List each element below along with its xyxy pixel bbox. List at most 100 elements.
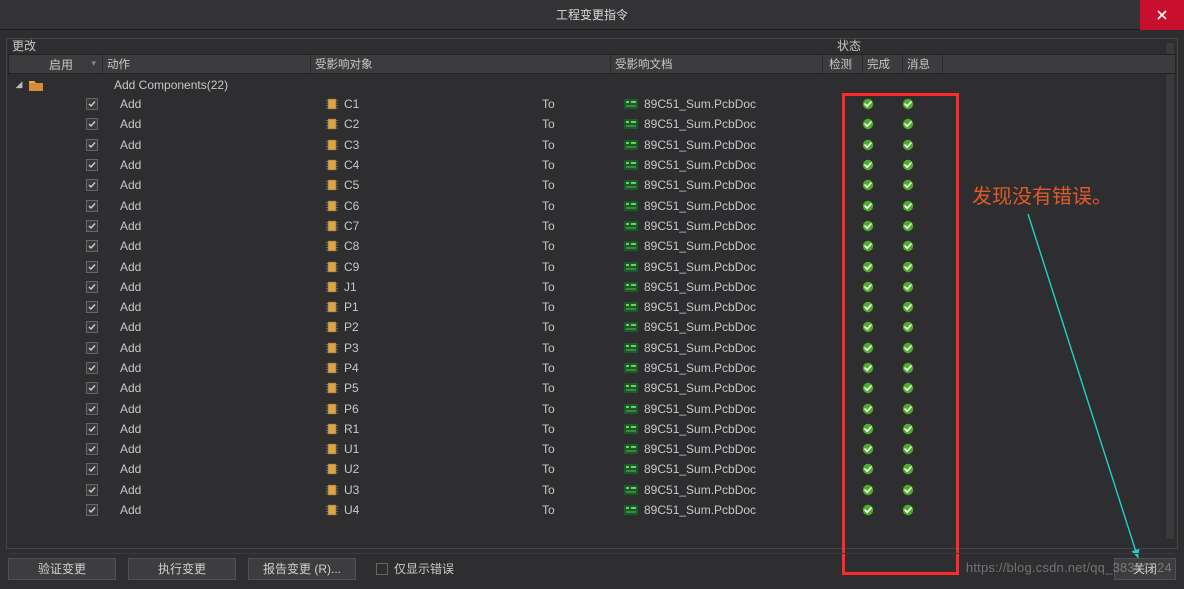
content-area: 更改 状态 启用 ▾ 动作 受影响对象 受影响文档 检测 完成 消息 ◢ Add… xyxy=(0,30,1184,540)
table-row[interactable]: AddR1To89C51_Sum.PcbDoc xyxy=(8,419,1176,439)
section-changes-label: 更改 xyxy=(12,37,837,54)
close-button[interactable] xyxy=(1140,0,1184,30)
header-affected-object[interactable]: 受影响对象 xyxy=(311,55,611,73)
doc-cell: 89C51_Sum.PcbDoc xyxy=(644,300,848,314)
action-cell: Add xyxy=(120,361,326,375)
doc-cell: 89C51_Sum.PcbDoc xyxy=(644,239,848,253)
enable-checkbox[interactable] xyxy=(86,301,98,313)
check-status-icon xyxy=(848,179,888,191)
component-icon xyxy=(326,403,344,415)
enable-checkbox[interactable] xyxy=(86,321,98,333)
header-check[interactable]: 检测 xyxy=(823,55,863,73)
validate-button[interactable]: 验证变更 xyxy=(8,558,116,580)
check-status-icon xyxy=(848,139,888,151)
done-status-icon xyxy=(888,118,928,130)
enable-checkbox[interactable] xyxy=(86,504,98,516)
table-row[interactable]: AddC7To89C51_Sum.PcbDoc xyxy=(8,216,1176,236)
enable-checkbox[interactable] xyxy=(86,463,98,475)
table-row[interactable]: AddC6To89C51_Sum.PcbDoc xyxy=(8,195,1176,215)
pcb-doc-icon xyxy=(624,484,644,496)
doc-cell: 89C51_Sum.PcbDoc xyxy=(644,158,848,172)
table-row[interactable]: AddU2To89C51_Sum.PcbDoc xyxy=(8,459,1176,479)
object-cell: U3 xyxy=(344,483,542,497)
table-row[interactable]: AddC9To89C51_Sum.PcbDoc xyxy=(8,256,1176,276)
object-cell: J1 xyxy=(344,280,542,294)
table-row[interactable]: AddU1To89C51_Sum.PcbDoc xyxy=(8,439,1176,459)
table-row[interactable]: AddC5To89C51_Sum.PcbDoc xyxy=(8,175,1176,195)
done-status-icon xyxy=(888,240,928,252)
object-cell: C5 xyxy=(344,178,542,192)
enable-checkbox[interactable] xyxy=(86,261,98,273)
table-row[interactable]: AddP5To89C51_Sum.PcbDoc xyxy=(8,378,1176,398)
table-row[interactable]: AddC1To89C51_Sum.PcbDoc xyxy=(8,94,1176,114)
table-row[interactable]: AddP6To89C51_Sum.PcbDoc xyxy=(8,398,1176,418)
action-cell: Add xyxy=(120,402,326,416)
header-message[interactable]: 消息 xyxy=(903,55,943,73)
header-done[interactable]: 完成 xyxy=(863,55,903,73)
collapse-toggle-icon[interactable]: ◢ xyxy=(8,79,26,90)
doc-cell: 89C51_Sum.PcbDoc xyxy=(644,97,848,111)
component-icon xyxy=(326,362,344,374)
object-cell: P2 xyxy=(344,320,542,334)
table-row[interactable]: AddU3To89C51_Sum.PcbDoc xyxy=(8,480,1176,500)
enable-checkbox[interactable] xyxy=(86,240,98,252)
table-row[interactable]: AddU4To89C51_Sum.PcbDoc xyxy=(8,500,1176,520)
to-cell: To xyxy=(542,462,624,476)
component-icon xyxy=(326,220,344,232)
table-row[interactable]: AddP4To89C51_Sum.PcbDoc xyxy=(8,358,1176,378)
report-button[interactable]: 报告变更 (R)... xyxy=(248,558,356,580)
enable-checkbox[interactable] xyxy=(86,98,98,110)
enable-checkbox[interactable] xyxy=(86,484,98,496)
enable-checkbox[interactable] xyxy=(86,281,98,293)
component-icon xyxy=(326,504,344,516)
enable-checkbox[interactable] xyxy=(86,382,98,394)
table-row[interactable]: AddC4To89C51_Sum.PcbDoc xyxy=(8,155,1176,175)
folder-icon xyxy=(28,78,44,92)
check-status-icon xyxy=(848,463,888,475)
doc-cell: 89C51_Sum.PcbDoc xyxy=(644,260,848,274)
only-errors-checkbox[interactable]: 仅显示错误 xyxy=(376,560,454,577)
table-row[interactable]: AddJ1To89C51_Sum.PcbDoc xyxy=(8,277,1176,297)
header-action[interactable]: 动作 xyxy=(103,55,311,73)
title-bar: 工程变更指令 xyxy=(0,0,1184,30)
enable-checkbox[interactable] xyxy=(86,423,98,435)
object-cell: C4 xyxy=(344,158,542,172)
enable-checkbox[interactable] xyxy=(86,179,98,191)
check-status-icon xyxy=(848,342,888,354)
enable-checkbox[interactable] xyxy=(86,443,98,455)
done-status-icon xyxy=(888,443,928,455)
pcb-doc-icon xyxy=(624,281,644,293)
component-icon xyxy=(326,159,344,171)
close-footer-button[interactable]: 关闭 xyxy=(1114,558,1176,580)
enable-checkbox[interactable] xyxy=(86,403,98,415)
header-enable[interactable]: 启用 ▾ xyxy=(9,55,103,73)
enable-checkbox[interactable] xyxy=(86,200,98,212)
table-row[interactable]: AddC3To89C51_Sum.PcbDoc xyxy=(8,135,1176,155)
group-row[interactable]: ◢ Add Components(22) xyxy=(8,75,1176,94)
to-cell: To xyxy=(542,341,624,355)
enable-checkbox[interactable] xyxy=(86,139,98,151)
table-row[interactable]: AddP2To89C51_Sum.PcbDoc xyxy=(8,317,1176,337)
pcb-doc-icon xyxy=(624,403,644,415)
execute-button[interactable]: 执行变更 xyxy=(128,558,236,580)
to-cell: To xyxy=(542,381,624,395)
table-row[interactable]: AddC2To89C51_Sum.PcbDoc xyxy=(8,114,1176,134)
doc-cell: 89C51_Sum.PcbDoc xyxy=(644,219,848,233)
group-label: Add Components(22) xyxy=(114,78,228,92)
enable-checkbox[interactable] xyxy=(86,220,98,232)
to-cell: To xyxy=(542,117,624,131)
component-icon xyxy=(326,321,344,333)
enable-checkbox[interactable] xyxy=(86,342,98,354)
enable-checkbox[interactable] xyxy=(86,118,98,130)
table-row[interactable]: AddP3To89C51_Sum.PcbDoc xyxy=(8,338,1176,358)
object-cell: U2 xyxy=(344,462,542,476)
enable-checkbox[interactable] xyxy=(86,159,98,171)
enable-checkbox[interactable] xyxy=(86,362,98,374)
section-labels: 更改 状态 xyxy=(8,36,1176,54)
header-affected-doc[interactable]: 受影响文档 xyxy=(611,55,823,73)
check-status-icon xyxy=(848,118,888,130)
table-row[interactable]: AddC8To89C51_Sum.PcbDoc xyxy=(8,236,1176,256)
table-row[interactable]: AddP1To89C51_Sum.PcbDoc xyxy=(8,297,1176,317)
action-cell: Add xyxy=(120,117,326,131)
action-cell: Add xyxy=(120,199,326,213)
